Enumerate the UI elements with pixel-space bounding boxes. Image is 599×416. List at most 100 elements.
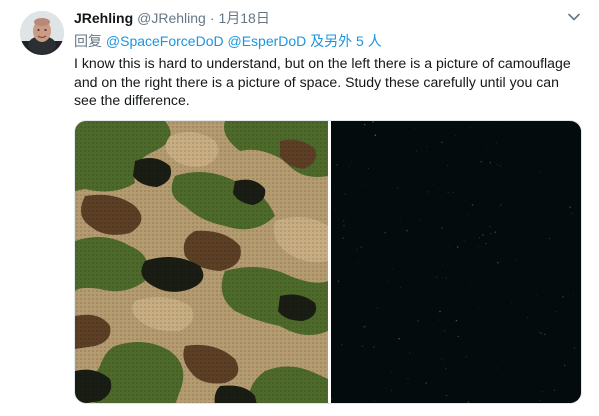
star: [447, 164, 449, 167]
star: [479, 237, 480, 239]
star: [554, 389, 555, 391]
star: [361, 345, 364, 348]
star: [542, 391, 544, 393]
star: [344, 193, 346, 195]
star: [398, 337, 400, 340]
tweet-date[interactable]: 1月18日: [218, 9, 269, 27]
tweet-header: JRehling @JRehling · 1月18日: [74, 9, 584, 27]
star: [470, 281, 472, 283]
star: [373, 400, 375, 402]
star: [478, 308, 480, 310]
star: [485, 242, 487, 245]
star: [384, 232, 386, 234]
star: [527, 317, 528, 319]
star: [342, 237, 344, 239]
star: [555, 282, 557, 283]
star: [496, 142, 498, 144]
space-image[interactable]: [331, 121, 581, 403]
star: [441, 227, 443, 229]
star: [343, 225, 345, 227]
star: [454, 279, 455, 281]
star: [419, 220, 420, 221]
star: [569, 206, 571, 208]
star: [439, 310, 441, 313]
star: [529, 159, 531, 161]
star: [484, 229, 486, 231]
star: [417, 320, 419, 322]
star: [540, 332, 543, 334]
star: [538, 331, 540, 333]
star: [373, 346, 375, 348]
separator-dot: ·: [209, 10, 215, 26]
star: [572, 266, 574, 268]
star: [463, 240, 465, 242]
star: [478, 245, 479, 247]
star: [374, 134, 377, 136]
mention-spaceforcedod[interactable]: @SpaceForceDoD: [106, 33, 224, 49]
star: [489, 232, 492, 235]
star: [572, 293, 574, 295]
star: [364, 184, 366, 186]
star: [348, 166, 350, 168]
star: [362, 327, 364, 329]
mention-esperdod[interactable]: @EsperDoD: [227, 33, 306, 49]
chevron-down-icon[interactable]: [567, 10, 581, 24]
user-handle[interactable]: @JRehling: [137, 9, 206, 27]
star: [500, 204, 502, 206]
star: [448, 245, 450, 247]
star: [443, 365, 445, 367]
star: [396, 187, 399, 189]
star: [482, 234, 484, 236]
tweet-media: [74, 120, 582, 404]
star: [442, 276, 444, 278]
star: [447, 191, 449, 194]
star: [421, 191, 423, 193]
reply-prefix: 回复: [74, 33, 102, 49]
star: [397, 392, 399, 393]
display-name[interactable]: JRehling: [74, 9, 133, 27]
star: [380, 270, 382, 272]
star: [407, 378, 409, 380]
star: [441, 358, 443, 360]
star: [432, 183, 434, 185]
star: [445, 277, 447, 279]
star: [463, 388, 465, 390]
star: [337, 280, 340, 282]
star: [416, 150, 418, 152]
star: [554, 218, 556, 220]
star: [489, 161, 492, 164]
avatar[interactable]: [20, 11, 64, 55]
star: [387, 280, 389, 283]
star: [351, 161, 352, 163]
star: [367, 168, 369, 169]
star: [487, 145, 489, 146]
star: [471, 204, 474, 206]
tweet-text: I know this is hard to understand, but o…: [74, 55, 571, 108]
star: [360, 246, 363, 248]
star: [480, 161, 482, 163]
star: [539, 399, 541, 402]
star: [456, 246, 459, 248]
camouflage-image[interactable]: [75, 121, 328, 403]
star: [372, 121, 374, 123]
camouflage-pattern-image: [75, 121, 328, 403]
star: [391, 389, 393, 391]
star: [445, 394, 448, 397]
tweet[interactable]: JRehling @JRehling · 1月18日 回复 @SpaceForc…: [0, 0, 599, 416]
star: [346, 221, 348, 223]
star: [455, 319, 458, 322]
space-starfield-image: [331, 121, 581, 403]
reply-others-link[interactable]: 及另外 5 人: [310, 33, 382, 49]
star: [390, 371, 392, 373]
star: [465, 199, 467, 201]
star: [364, 123, 366, 126]
star: [409, 352, 411, 354]
star: [428, 191, 430, 193]
star: [359, 213, 360, 215]
star: [406, 229, 408, 232]
star: [341, 343, 343, 346]
star: [400, 220, 402, 222]
star: [468, 214, 470, 216]
star: [377, 206, 379, 208]
star: [413, 265, 414, 267]
